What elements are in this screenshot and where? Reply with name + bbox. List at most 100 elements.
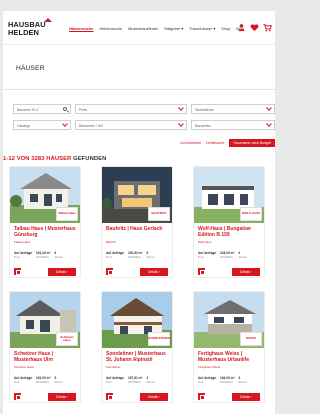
budget-search-button[interactable]: Hausname nach Budget bbox=[229, 139, 275, 147]
construction-style-select[interactable]: Bauweise / Stil bbox=[75, 120, 187, 130]
house-image[interactable]: WEISS bbox=[194, 292, 264, 348]
location-placeholder: Baustein PLZ bbox=[17, 107, 39, 112]
save-icon[interactable] bbox=[14, 393, 21, 400]
price-label: Preis bbox=[79, 107, 88, 112]
details-button[interactable]: Details › bbox=[232, 268, 260, 276]
house-title[interactable]: Sonnleitner | Musterhaus St. Johann Alpi… bbox=[106, 351, 170, 364]
page: HAUSBAU HELDEN Häusersuche Heldensuche M… bbox=[3, 11, 275, 414]
details-button[interactable]: Details › bbox=[48, 268, 76, 276]
price-select[interactable]: Preis bbox=[75, 104, 187, 114]
house-stats: Auf Anfrage Preis 167,61 m² Wohnfläche 4 Zi… bbox=[106, 376, 158, 384]
save-icon[interactable] bbox=[106, 268, 113, 275]
rooms-stat: 6 Zimmer bbox=[54, 251, 63, 259]
main-nav: Häusersuche Heldensuche Musterhausfinder… bbox=[69, 26, 244, 31]
area-stat: 161,34 m² Wohnfläche bbox=[36, 251, 51, 259]
house-type-select[interactable]: Haustyp bbox=[13, 120, 71, 130]
nav-item-ratgeber[interactable]: Ratgeber ▾ bbox=[164, 26, 183, 31]
rooms-stat: 4 Zimmer bbox=[238, 251, 247, 259]
area-stat: 167,61 m² Wohnfläche bbox=[128, 376, 143, 384]
area-stat: 218,00 m² Wohnfläche bbox=[220, 251, 235, 259]
price-stat: Auf Anfrage Preis bbox=[198, 376, 217, 384]
house-stats: Auf Anfrage Preis 161,34 m² Wohnfläche 6 Zi… bbox=[14, 251, 66, 259]
chevron-down-icon bbox=[266, 121, 272, 127]
save-icon[interactable] bbox=[14, 268, 21, 275]
logo-line-2: HELDEN bbox=[8, 27, 39, 37]
save-icon[interactable] bbox=[106, 393, 113, 400]
results-count: 1-12 VON 3283 HÄUSER GEFUNDEN bbox=[3, 156, 106, 162]
page-title: HÄUSER bbox=[16, 65, 45, 72]
search-icon bbox=[63, 107, 67, 111]
house-title[interactable]: Bauhritz | Haus Gerlach bbox=[106, 226, 170, 233]
living-area-label: Wohnfläche bbox=[195, 107, 214, 112]
house-title[interactable]: Fertighaus Weiss | Musterhaus Urbanlife bbox=[198, 351, 262, 364]
living-area-select[interactable]: Wohnfläche bbox=[191, 104, 275, 114]
nav-item-traumhaeuser[interactable]: Traumhäuser ▾ bbox=[189, 26, 215, 31]
house-brand[interactable]: Sonnleitner bbox=[106, 365, 121, 369]
price-stat: Auf Anfrage Preis bbox=[106, 376, 125, 384]
results-suffix: GEFUNDEN bbox=[73, 156, 107, 162]
price-stat: Auf Anfrage Preis bbox=[14, 251, 33, 259]
filter-actions: Zurücksetzen Detailsuche Hausname nach B… bbox=[180, 139, 275, 147]
detail-search-link[interactable]: Detailsuche bbox=[206, 141, 224, 145]
logo[interactable]: HAUSBAU HELDEN bbox=[8, 18, 52, 37]
cart-icon[interactable] bbox=[263, 23, 272, 32]
house-image[interactable]: WOLF HAUS bbox=[194, 167, 264, 223]
area-stat: 184,03 m² Wohnfläche bbox=[220, 376, 235, 384]
details-button[interactable]: Details › bbox=[140, 268, 168, 276]
logo-roof-icon bbox=[44, 18, 52, 22]
construction-method-select[interactable]: Bauweise bbox=[191, 120, 275, 130]
title-divider bbox=[3, 89, 275, 90]
house-title[interactable]: Wolf-Haus | Bungalow Edition B 159 bbox=[198, 226, 262, 239]
rooms-stat: 6 Zimmer bbox=[146, 251, 155, 259]
house-image[interactable]: Schwörer Haus bbox=[10, 292, 80, 348]
house-card[interactable]: WEISS Fertighaus Weiss | Musterhaus Urba… bbox=[193, 291, 265, 403]
price-stat: Auf Anfrage Preis bbox=[198, 251, 217, 259]
house-title[interactable]: Schwörer Haus | Musterhaus Ulm bbox=[14, 351, 78, 364]
house-stats: Auf Anfrage Preis 161,00 m² Wohnfläche 5 Zi… bbox=[14, 376, 66, 384]
house-brand[interactable]: Talbau Haus bbox=[14, 240, 30, 244]
house-stats: Auf Anfrage Preis 184,03 m² Wohnfläche 4 Zi… bbox=[198, 376, 250, 384]
house-image[interactable]: BAUFRITZ bbox=[102, 167, 172, 223]
nav-item-musterhausfinder[interactable]: Musterhausfinder bbox=[128, 26, 158, 31]
chevron-down-icon bbox=[266, 105, 272, 111]
reset-link[interactable]: Zurücksetzen bbox=[180, 141, 201, 145]
brand-logo: WOLF HAUS bbox=[240, 207, 262, 221]
house-brand[interactable]: Wolf Haus bbox=[198, 240, 211, 244]
house-title[interactable]: Talbau Haus | Musterhaus Günzburg bbox=[14, 226, 78, 239]
house-card[interactable]: BAUFRITZ Bauhritz | Haus Gerlach Baufrit… bbox=[101, 166, 173, 278]
house-card[interactable]: Talbau-Haus Talbau Haus | Musterhaus Gün… bbox=[9, 166, 81, 278]
nav-item-haeusersuche[interactable]: Häusersuche bbox=[69, 26, 93, 31]
house-card[interactable]: Schwörer Haus Schwörer Haus | Musterhaus… bbox=[9, 291, 81, 403]
house-stats: Auf Anfrage Preis 230,53 m² Wohnfläche 6 Zi… bbox=[106, 251, 158, 259]
house-image[interactable]: Talbau-Haus bbox=[10, 167, 80, 223]
house-type-label: Haustyp bbox=[17, 123, 31, 128]
results-highlight: 1-12 VON 3283 HÄUSER bbox=[3, 156, 72, 162]
chevron-down-icon bbox=[178, 121, 184, 127]
details-button[interactable]: Details › bbox=[140, 393, 168, 401]
save-icon[interactable] bbox=[198, 268, 205, 275]
house-brand[interactable]: Fertighaus Weiss bbox=[198, 365, 220, 369]
nav-item-heldensuche[interactable]: Heldensuche bbox=[99, 26, 122, 31]
house-image[interactable]: SONNLEITNER bbox=[102, 292, 172, 348]
brand-logo: SONNLEITNER bbox=[148, 332, 170, 346]
heart-icon[interactable] bbox=[250, 23, 259, 32]
brand-logo: Talbau-Haus bbox=[56, 207, 78, 221]
nav-item-shop[interactable]: Shop bbox=[221, 26, 230, 31]
brand-logo: Schwörer Haus bbox=[56, 332, 78, 346]
user-icon[interactable] bbox=[237, 23, 246, 32]
location-input[interactable]: Baustein PLZ bbox=[13, 104, 71, 114]
area-stat: 230,53 m² Wohnfläche bbox=[128, 251, 143, 259]
house-brand[interactable]: Schwörer Haus bbox=[14, 365, 34, 369]
house-card[interactable]: SONNLEITNER Sonnleitner | Musterhaus St.… bbox=[101, 291, 173, 403]
price-stat: Auf Anfrage Preis bbox=[14, 376, 33, 384]
details-button[interactable]: Details › bbox=[232, 393, 260, 401]
chevron-down-icon bbox=[178, 105, 184, 111]
save-icon[interactable] bbox=[198, 393, 205, 400]
brand-logo: WEISS bbox=[240, 332, 262, 346]
house-card[interactable]: WOLF HAUS Wolf-Haus | Bungalow Edition B… bbox=[193, 166, 265, 278]
construction-method-label: Bauweise bbox=[195, 123, 211, 128]
brand-logo: BAUFRITZ bbox=[148, 207, 170, 221]
details-button[interactable]: Details › bbox=[48, 393, 76, 401]
house-brand[interactable]: Baufritz bbox=[106, 240, 116, 244]
construction-style-label: Bauweise / Stil bbox=[79, 123, 103, 128]
